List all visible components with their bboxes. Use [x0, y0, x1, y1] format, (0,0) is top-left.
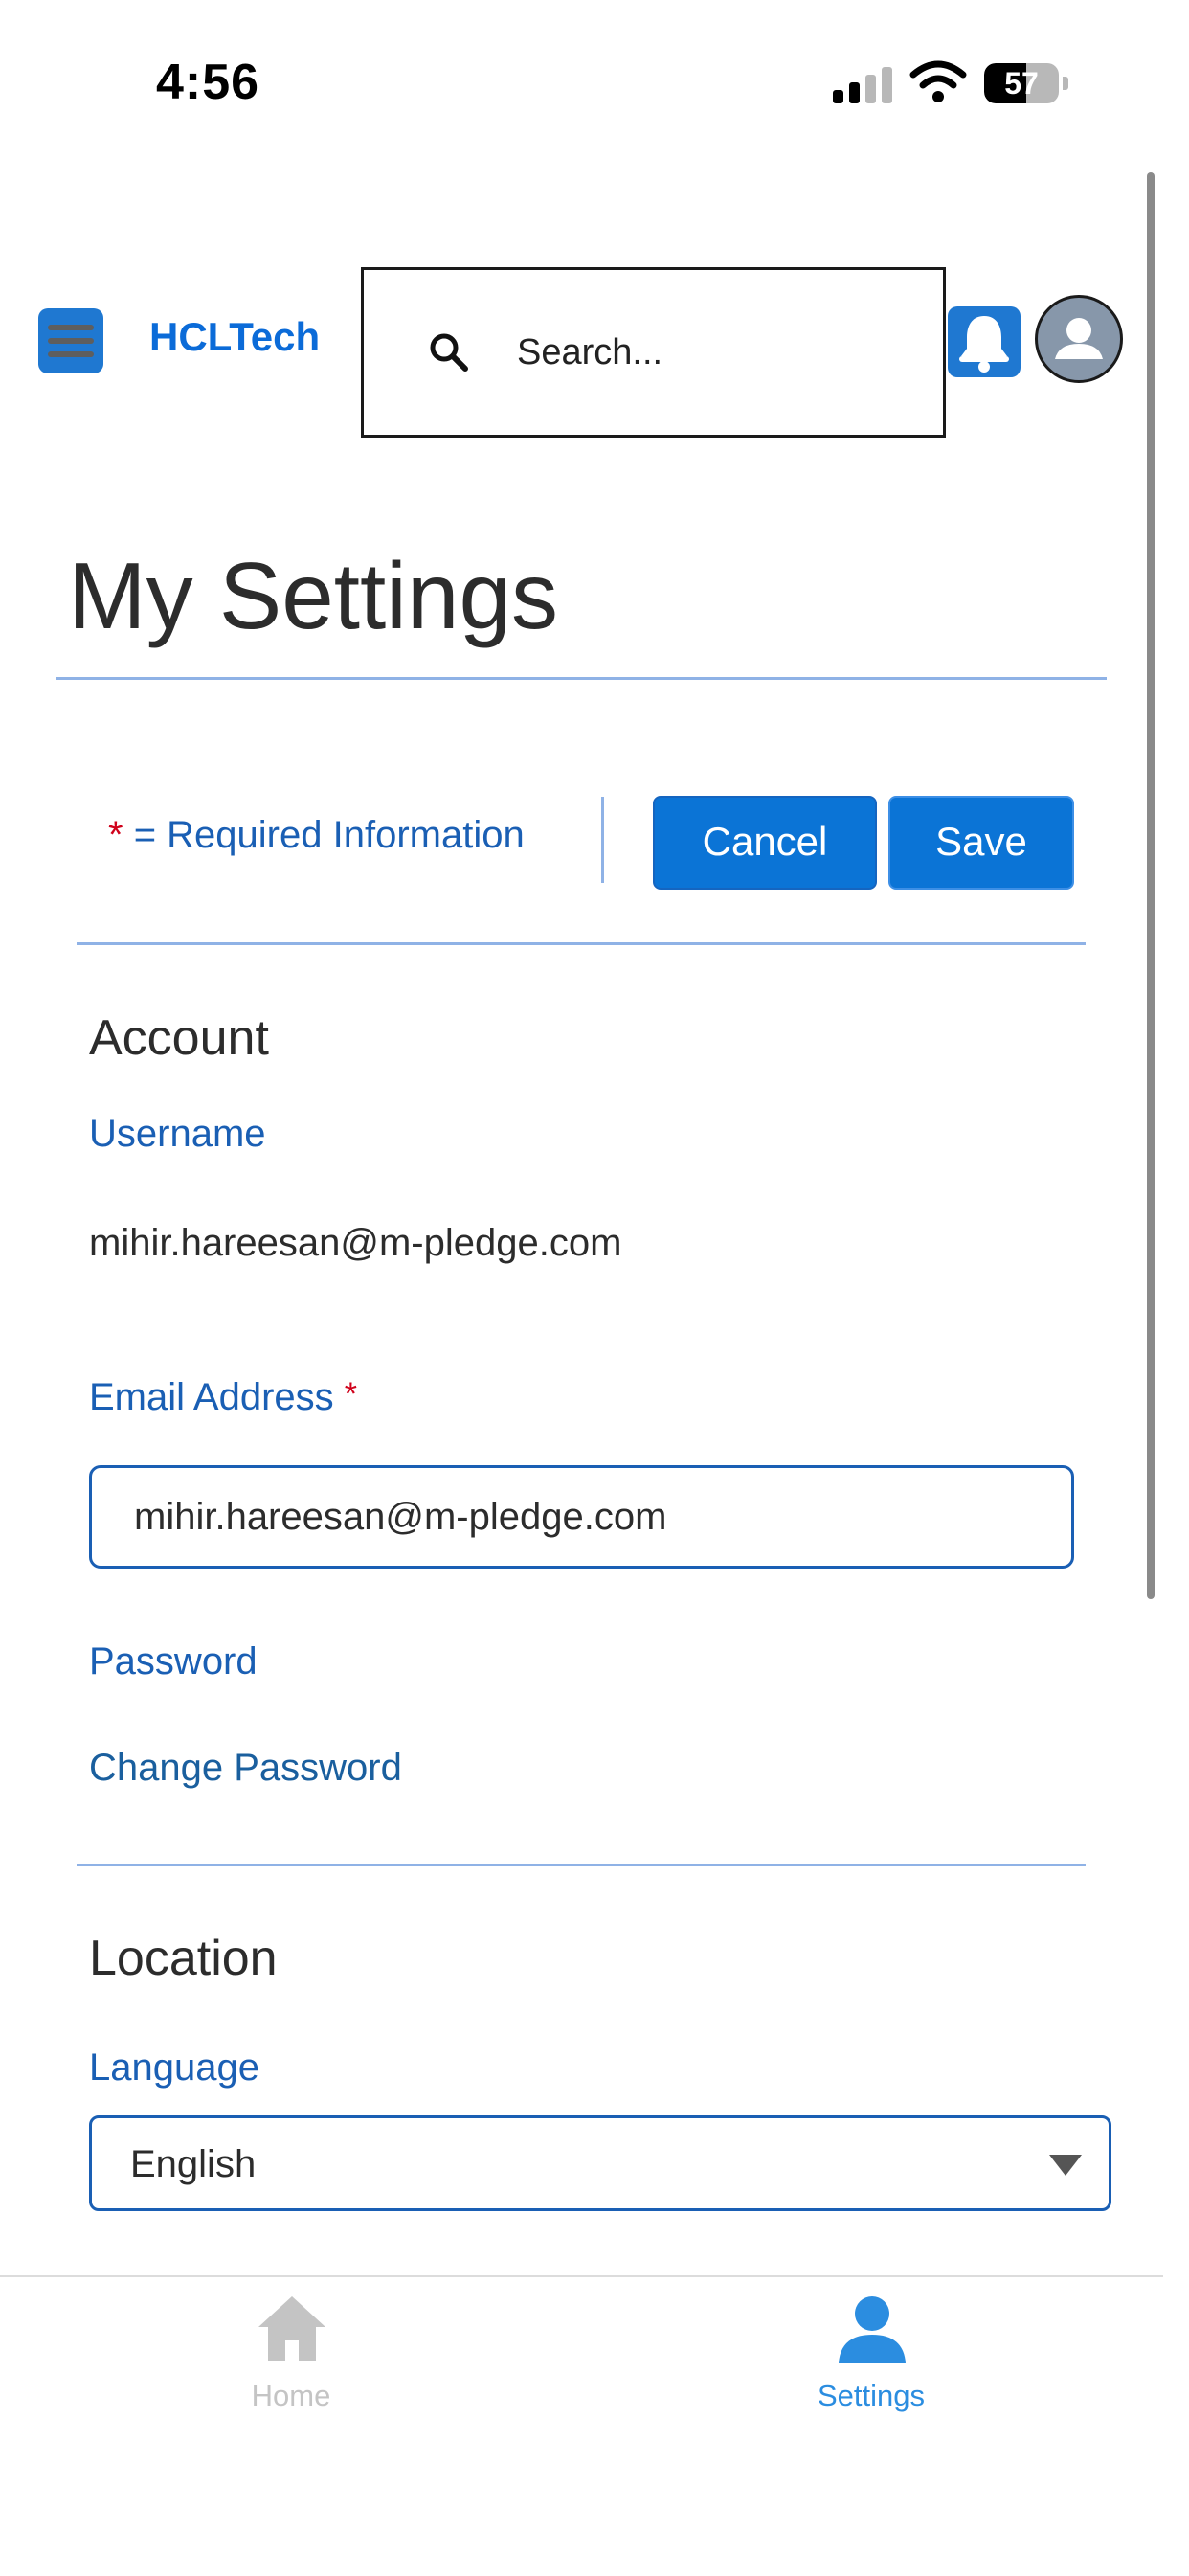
- language-select[interactable]: English: [89, 2115, 1111, 2211]
- menu-button[interactable]: [38, 308, 103, 373]
- battery-tip: [1063, 77, 1068, 90]
- chevron-down-icon: [1049, 2155, 1082, 2176]
- required-star: *: [108, 814, 123, 856]
- username-label: Username: [89, 1113, 266, 1155]
- user-avatar-icon: [1055, 318, 1103, 359]
- search-icon: [430, 333, 468, 372]
- page-title: My Settings: [68, 543, 558, 648]
- scrollbar[interactable]: [1147, 172, 1155, 1599]
- search-box[interactable]: [361, 267, 946, 438]
- wifi-icon: [909, 60, 967, 102]
- nav-label-settings: Settings: [817, 2379, 925, 2412]
- actions-divider: [77, 942, 1086, 945]
- account-divider: [77, 1864, 1086, 1866]
- email-address-label: Email Address *: [89, 1376, 357, 1419]
- cellular-signal-icon: [833, 65, 894, 103]
- search-input[interactable]: [517, 324, 919, 381]
- email-label-text: Email Address: [89, 1376, 334, 1418]
- nav-label-home: Home: [251, 2379, 331, 2412]
- required-information-note: * = Required Information: [108, 814, 525, 857]
- bottom-navigation: Home Settings: [0, 2275, 1163, 2576]
- status-time: 4:56: [156, 55, 260, 110]
- cancel-button[interactable]: Cancel: [653, 796, 877, 890]
- email-field[interactable]: [89, 1465, 1074, 1569]
- battery-icon: 57: [984, 63, 1059, 103]
- language-selected-value: English: [130, 2143, 257, 2185]
- user-icon: [839, 2296, 906, 2363]
- title-divider: [56, 677, 1107, 680]
- nav-item-settings[interactable]: Settings: [728, 2277, 1015, 2440]
- language-label: Language: [89, 2046, 259, 2089]
- user-avatar-button[interactable]: [1035, 295, 1123, 383]
- vertical-divider: [601, 797, 604, 883]
- notifications-button[interactable]: [948, 306, 1021, 377]
- password-label: Password: [89, 1640, 258, 1683]
- bell-icon: [959, 316, 1009, 373]
- account-heading: Account: [89, 1010, 269, 1066]
- required-text: = Required Information: [123, 814, 525, 856]
- save-button[interactable]: Save: [888, 796, 1074, 890]
- email-required-star: *: [344, 1376, 358, 1412]
- home-icon: [258, 2296, 325, 2361]
- hcltech-logo[interactable]: HCLTech: [149, 314, 320, 360]
- nav-item-home[interactable]: Home: [147, 2277, 435, 2440]
- location-heading: Location: [89, 1931, 278, 1986]
- change-password-link[interactable]: Change Password: [89, 1747, 402, 1790]
- battery-level: 57: [1004, 66, 1039, 101]
- username-value: mihir.hareesan@m-pledge.com: [89, 1222, 622, 1264]
